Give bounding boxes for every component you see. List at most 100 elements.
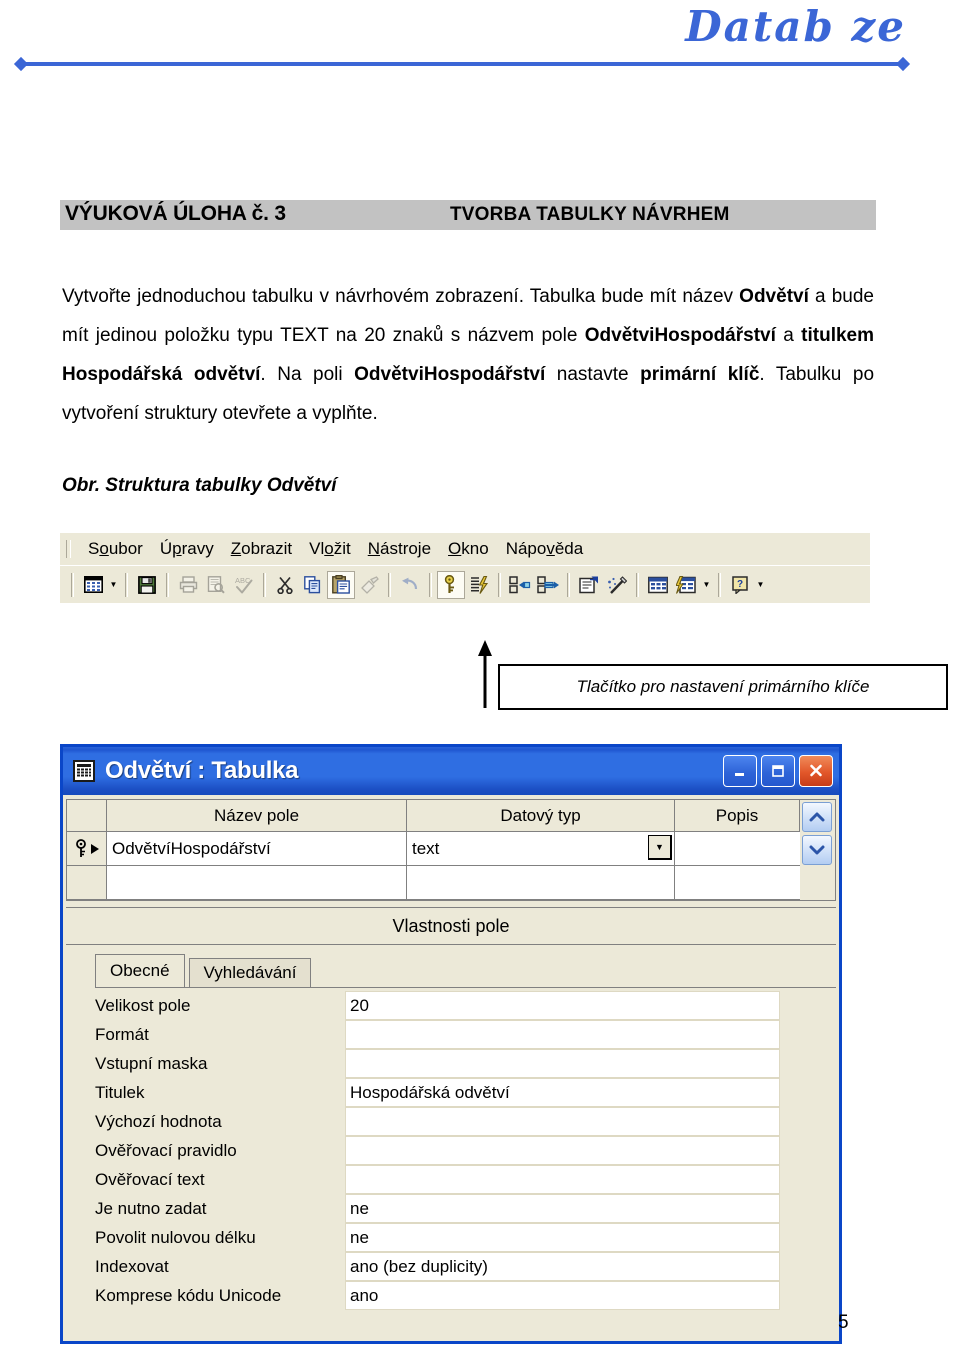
- primary-key-button[interactable]: [437, 570, 465, 599]
- copy-button[interactable]: [299, 571, 327, 599]
- close-button[interactable]: [799, 755, 833, 787]
- indexes-button[interactable]: [465, 571, 493, 599]
- printer-icon: [179, 576, 198, 593]
- property-label: Titulek: [95, 1082, 145, 1102]
- chevron-down-icon[interactable]: ▼: [648, 835, 672, 860]
- help-button[interactable]: ?: [726, 571, 754, 599]
- menu-item-n-pov-da[interactable]: Nápověda: [498, 538, 593, 560]
- property-row-titulek: Titulek Hospodářská odvětví: [95, 1078, 836, 1107]
- property-label: Formát: [95, 1024, 149, 1044]
- table-row[interactable]: [67, 866, 800, 900]
- table-grid-icon: [73, 760, 95, 782]
- cell-field-name[interactable]: [107, 866, 407, 900]
- property-value-input[interactable]: [345, 1136, 780, 1165]
- copy-icon: [304, 575, 322, 594]
- menu-item-zobrazit[interactable]: Zobrazit: [223, 538, 301, 560]
- table-design-toolbar: ▼ ABC ▼? ▼: [60, 565, 870, 603]
- property-row-ov-ovac-pravidlo: Ověřovací pravidlo: [95, 1136, 836, 1165]
- toolbar-separator: [429, 572, 432, 597]
- field-properties-header: Vlastnosti pole: [66, 907, 836, 945]
- undo-arrow-icon: [401, 577, 420, 592]
- toolbar-drag-handle[interactable]: [71, 572, 74, 597]
- insert-rows-button[interactable]: [506, 571, 534, 599]
- format-painter-button: [355, 571, 383, 599]
- property-value-input[interactable]: [345, 1165, 780, 1194]
- property-value-input[interactable]: [345, 1107, 780, 1136]
- menu-item-okno[interactable]: Okno: [440, 538, 498, 560]
- property-row-form-t: Formát: [95, 1020, 836, 1049]
- property-label: Vstupní maska: [95, 1053, 208, 1073]
- properties-button[interactable]: [575, 571, 603, 599]
- property-row-vstupn-maska: Vstupní maska: [95, 1049, 836, 1078]
- new-object-button[interactable]: [672, 571, 700, 599]
- page-number: 5: [838, 1312, 849, 1333]
- toolbar-separator: [125, 572, 128, 597]
- column-header-description[interactable]: Popis: [675, 800, 800, 832]
- property-value-input[interactable]: Hospodářská odvětví: [345, 1078, 780, 1107]
- property-value-input[interactable]: ne: [345, 1194, 780, 1223]
- property-row-povolit-nulovou-d-lku: Povolit nulovou délku ne: [95, 1223, 836, 1252]
- build-button[interactable]: [603, 571, 631, 599]
- menu-bar: Soubor Úpravy Zobrazit Vložit Nástroje Okno Ná…: [60, 533, 870, 565]
- insert-rows-icon: [509, 575, 531, 594]
- toolbar-separator: [263, 572, 266, 597]
- view-design-button[interactable]: [79, 571, 107, 599]
- property-label: Indexovat: [95, 1256, 169, 1276]
- chevron-up-icon[interactable]: [802, 802, 832, 832]
- chevron-down-icon[interactable]: ▼: [754, 571, 767, 599]
- column-header-field-name[interactable]: Název pole: [107, 800, 407, 832]
- row-selector[interactable]: [67, 866, 107, 900]
- property-row-velikost-pole: Velikost pole 20: [95, 991, 836, 1020]
- chevron-down-icon[interactable]: ▼: [107, 571, 120, 599]
- property-label: Komprese kódu Unicode: [95, 1285, 282, 1305]
- property-value-input[interactable]: [345, 1049, 780, 1078]
- property-value-input[interactable]: ano (bez duplicity): [345, 1252, 780, 1281]
- maximize-button[interactable]: [761, 755, 795, 787]
- indexes-lightning-icon: [470, 575, 489, 594]
- database-window-button[interactable]: [644, 571, 672, 599]
- row-selector-primary-key[interactable]: [67, 832, 107, 866]
- cell-data-type-value: text: [412, 838, 440, 858]
- chevron-down-icon[interactable]: [802, 835, 832, 865]
- cell-description[interactable]: [675, 832, 800, 866]
- cell-data-type[interactable]: text ▼: [407, 832, 675, 866]
- property-value-input[interactable]: ano: [345, 1281, 780, 1310]
- cell-field-name[interactable]: OdvětvíHospodářství: [107, 832, 407, 866]
- chevron-down-icon[interactable]: ▼: [700, 571, 713, 599]
- grid-vertical-scrollbar[interactable]: [800, 799, 836, 901]
- menu-drag-handle[interactable]: [66, 540, 71, 558]
- save-button[interactable]: [133, 571, 161, 599]
- tab-obecne[interactable]: Obecné: [95, 954, 185, 987]
- menu-item--pravy[interactable]: Úpravy: [152, 538, 223, 560]
- task-body-segment-4: a: [775, 325, 802, 346]
- minimize-button[interactable]: [723, 755, 757, 787]
- delete-rows-button[interactable]: [534, 571, 562, 599]
- table-view-icon: [83, 576, 103, 593]
- field-properties-tabs: Obecné Vyhledávání: [95, 954, 839, 987]
- help-question-icon: ?: [731, 575, 749, 594]
- access-toolbar-strip: Soubor Úpravy Zobrazit Vložit Nástroje Okno Ná…: [60, 532, 870, 603]
- cut-button[interactable]: [271, 571, 299, 599]
- window-title-bar[interactable]: Odvětví : Tabulka: [63, 747, 839, 795]
- diamond-icon: [895, 56, 911, 72]
- property-value-input[interactable]: ne: [345, 1223, 780, 1252]
- property-label: Výchozí hodnota: [95, 1111, 222, 1131]
- cell-description[interactable]: [675, 866, 800, 900]
- menu-item-n-stroje[interactable]: Nástroje: [360, 538, 440, 560]
- table-row[interactable]: OdvětvíHospodářství text ▼: [67, 832, 800, 866]
- arrow-up-icon: [478, 640, 492, 708]
- menu-item-vlo-it[interactable]: Vložit: [301, 538, 360, 560]
- new-object-icon: [676, 575, 696, 594]
- property-label: Ověřovací pravidlo: [95, 1140, 237, 1160]
- cell-data-type[interactable]: [407, 866, 675, 900]
- properties-sheet-icon: [579, 576, 599, 594]
- property-value-input[interactable]: [345, 1020, 780, 1049]
- paste-button[interactable]: [327, 570, 355, 599]
- header-rule-line: [21, 62, 903, 66]
- property-row-je-nutno-zadat: Je nutno zadat ne: [95, 1194, 836, 1223]
- menu-item-soubor[interactable]: Soubor: [80, 538, 152, 560]
- grid-body: Název pole Datový typ Popis OdvětvíHospo…: [66, 799, 800, 901]
- column-header-data-type[interactable]: Datový typ: [407, 800, 675, 832]
- tab-vyhledavani[interactable]: Vyhledávání: [188, 958, 312, 987]
- property-value-input[interactable]: 20: [345, 991, 780, 1020]
